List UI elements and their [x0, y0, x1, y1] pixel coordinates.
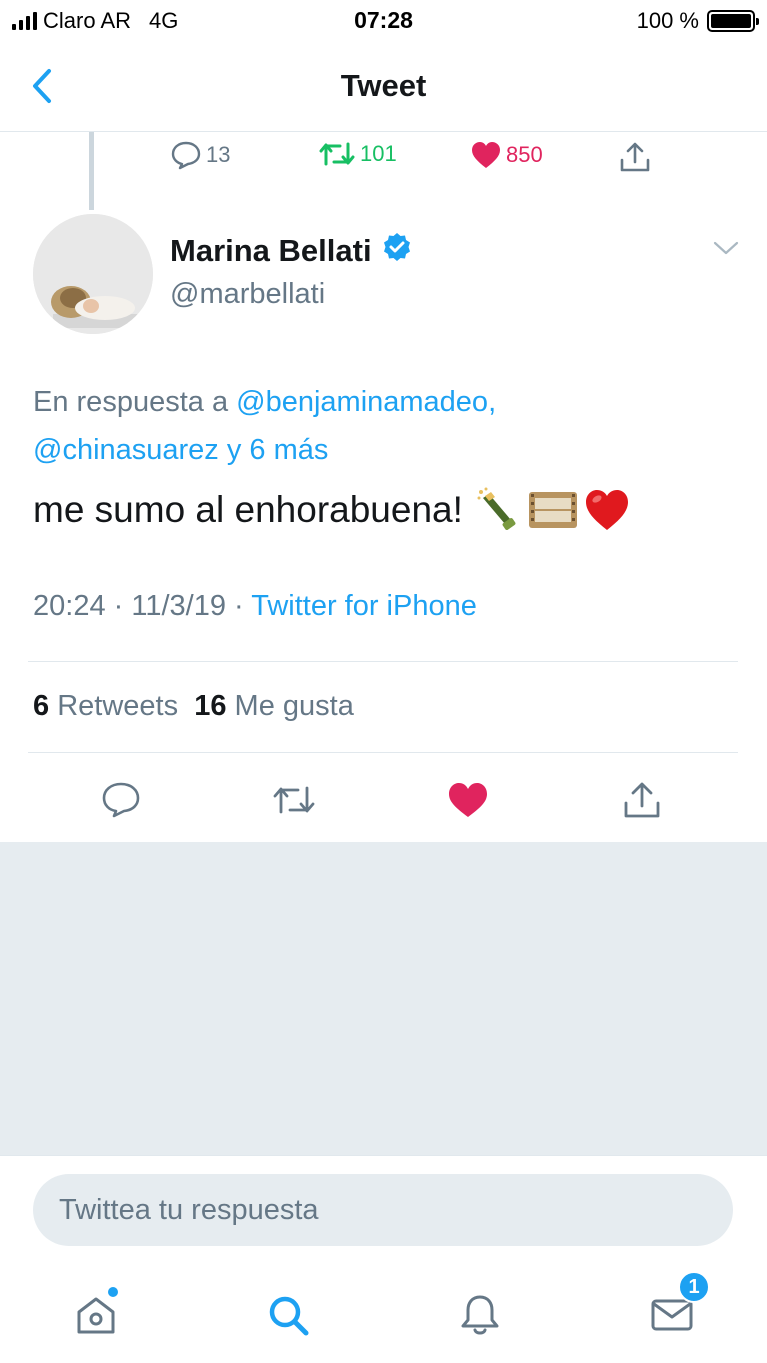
- reply-user-link-1[interactable]: @benjaminamadeo,: [236, 386, 496, 418]
- display-name-text: Marina Bellati: [170, 233, 372, 268]
- divider: [28, 661, 738, 662]
- retweet-label: Retweets: [57, 690, 179, 722]
- tab-messages[interactable]: 1: [642, 1271, 710, 1345]
- home-icon: [77, 1297, 115, 1334]
- reply-context: En respuesta a @benjaminamadeo, @chinasu…: [33, 378, 733, 474]
- tab-bar: 1: [0, 1265, 767, 1363]
- empty-replies-area: [0, 842, 767, 1155]
- reply-prefix: En respuesta a: [33, 386, 237, 418]
- tab-notifications[interactable]: [450, 1285, 510, 1345]
- parent-retweet-count: 101: [360, 141, 397, 166]
- likes-stat[interactable]: 16 Me gusta: [194, 690, 354, 722]
- like-count: 16: [194, 690, 227, 722]
- red-heart-emoji-icon: [585, 490, 628, 530]
- battery-percent: 100 %: [636, 8, 699, 33]
- reply-user-link-2[interactable]: @chinasuarez: [33, 434, 219, 466]
- parent-like-button[interactable]: 850: [470, 140, 543, 170]
- bell-icon: [461, 1295, 499, 1335]
- tab-home[interactable]: [66, 1285, 126, 1345]
- new-content-dot: [108, 1287, 118, 1297]
- film-frames-emoji-icon: [528, 492, 577, 528]
- verified-badge-icon: [382, 232, 412, 270]
- reply-bar: [0, 1155, 767, 1265]
- tweet-menu-button[interactable]: [713, 240, 739, 261]
- parent-reply-count: 13: [206, 142, 231, 167]
- display-name[interactable]: Marina Bellati: [170, 232, 412, 270]
- like-button[interactable]: [444, 776, 492, 824]
- parent-share-button[interactable]: [618, 140, 656, 174]
- reply-icon: [171, 141, 201, 170]
- tab-search[interactable]: [258, 1285, 318, 1345]
- tweet-time: 20:24 · 11/3/19 ·: [33, 590, 252, 622]
- reply-icon: [102, 782, 140, 818]
- status-bar: Claro AR 4G 07:28 100 %: [0, 0, 767, 44]
- avatar[interactable]: [33, 214, 153, 334]
- parent-retweet-button[interactable]: 101: [318, 140, 397, 168]
- tweet-emojis: [475, 486, 631, 534]
- battery-icon: [707, 10, 759, 32]
- reply-more-link[interactable]: y 6 más: [219, 434, 329, 466]
- share-button[interactable]: [618, 776, 666, 824]
- tweet-source-link[interactable]: Twitter for iPhone: [251, 590, 477, 622]
- page-title: Tweet: [340, 68, 427, 103]
- retweets-stat[interactable]: 6 Retweets: [33, 690, 178, 722]
- messages-badge: 1: [678, 1271, 710, 1303]
- tweet-text: me sumo al enhorabuena!: [33, 486, 631, 534]
- chevron-down-icon: [713, 241, 739, 255]
- share-icon: [624, 782, 660, 818]
- reply-button[interactable]: [97, 776, 145, 824]
- avatar-image: [33, 214, 153, 334]
- tweet-timestamp: 20:24 · 11/3/19 · Twitter for iPhone: [33, 590, 477, 623]
- parent-like-count: 850: [506, 142, 543, 167]
- status-right: 100 %: [636, 8, 759, 34]
- nav-bar: Tweet: [0, 44, 767, 132]
- heart-icon: [472, 142, 500, 168]
- parent-reply-button[interactable]: 13: [170, 140, 230, 170]
- retweet-button[interactable]: [270, 776, 318, 824]
- retweet-count: 6: [33, 690, 50, 722]
- reply-input[interactable]: [33, 1174, 733, 1246]
- share-icon: [620, 142, 650, 172]
- tweet-stats: 6 Retweets 16 Me gusta: [33, 690, 354, 723]
- tweet-body: me sumo al enhorabuena!: [33, 489, 463, 530]
- retweet-icon: [273, 786, 315, 814]
- user-handle[interactable]: @marbellati: [170, 278, 325, 311]
- divider: [28, 752, 738, 753]
- like-label: Me gusta: [234, 690, 354, 722]
- heart-icon: [449, 783, 487, 817]
- tweet-actions: [0, 770, 767, 830]
- retweet-icon: [319, 142, 355, 166]
- search-icon: [269, 1296, 309, 1336]
- parent-tweet-actions: 13 101 850: [0, 132, 767, 182]
- champagne-emoji-icon: [477, 487, 516, 530]
